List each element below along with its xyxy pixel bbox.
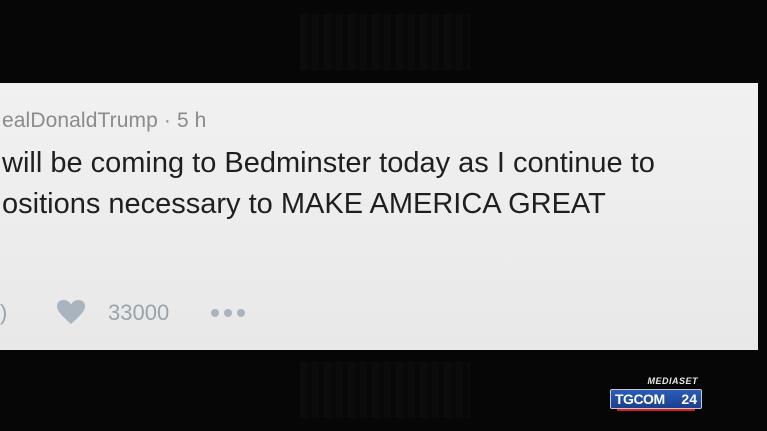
ellipsis-icon[interactable] — [210, 308, 250, 318]
tweet-header: ealDonaldTrump · 5 h — [2, 109, 206, 133]
tweet-time[interactable]: 5 h — [177, 109, 207, 132]
tweet-text: will be coming to Bedminster today as I … — [2, 143, 655, 225]
reply-count-fragment: ) — [0, 300, 8, 325]
tweet-text-line-1: will be coming to Bedminster today as I … — [2, 147, 655, 179]
video-frame: ealDonaldTrump · 5 h will be coming to Bed… — [0, 0, 767, 431]
logo-underline — [617, 409, 695, 411]
tweet-card: ealDonaldTrump · 5 h will be coming to Bed… — [0, 83, 758, 350]
heart-icon[interactable] — [56, 299, 86, 325]
like-count: 33000 — [108, 300, 170, 325]
logo-box: TGCOM 24 — [610, 389, 702, 411]
tgcom24-logo: MEDIASET TGCOM 24 — [610, 376, 702, 412]
tweet-actions: ) 33000 — [0, 296, 300, 328]
tweet-separator: · — [163, 109, 171, 132]
logo-number: 24 — [681, 391, 697, 407]
blurred-background-text-bottom — [300, 362, 470, 418]
blurred-background-text-top — [300, 14, 470, 70]
logo-main-text: TGCOM — [615, 391, 665, 407]
logo-mediaset-label: MEDIASET — [647, 376, 698, 386]
tweet-text-line-2: ositions necessary to MAKE AMERICA GREAT — [2, 188, 606, 220]
tweet-handle[interactable]: ealDonaldTrump — [2, 109, 158, 132]
